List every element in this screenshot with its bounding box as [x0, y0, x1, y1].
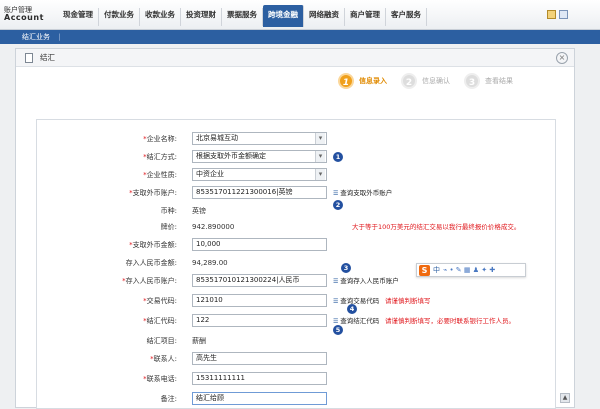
step-label: 查看结果: [485, 77, 513, 85]
label-currency: 币种:: [160, 207, 177, 215]
menu-payment[interactable]: 付款业务: [99, 8, 140, 26]
scroll-up-button[interactable]: ▲: [560, 393, 570, 403]
rmb-account-input[interactable]: 853517010121300224|人民币: [192, 274, 327, 287]
subnav-item[interactable]: 结汇业务: [22, 33, 50, 41]
close-button[interactable]: ×: [556, 52, 568, 64]
step-input: 1 信息录入: [338, 73, 387, 89]
contact-input[interactable]: 高先生: [192, 352, 327, 365]
trade-code-input[interactable]: 121010: [192, 294, 327, 307]
label-contact: *联系人:: [150, 355, 177, 363]
currency-value: 英镑: [192, 207, 206, 215]
settle-method-select[interactable]: 根据支取外币金额确定: [192, 150, 327, 163]
company-type-select[interactable]: 中资企业: [192, 168, 327, 181]
row-trade-code: *交易代码: 121010 查询交易代码 请谨慎判断填写: [37, 294, 557, 308]
menu-merchant[interactable]: 商户管理: [345, 8, 386, 26]
fx-amount-input[interactable]: 10,000: [192, 238, 327, 251]
step-badge-1: 1: [333, 152, 343, 162]
step-badge-3: 3: [341, 263, 351, 273]
label-settle-method: *结汇方式:: [143, 153, 177, 161]
menu-customer-service[interactable]: 客户服务: [386, 8, 427, 26]
step-badge-4: 4: [347, 304, 357, 314]
rate-value: 942.890000: [192, 223, 235, 231]
menu-bills[interactable]: 票据服务: [222, 8, 263, 26]
top-navigation: 账户管理 Account 现金管理 付款业务 收款业务 投资理财 票据服务 跨境…: [0, 0, 600, 30]
step-result: 3 查看结果: [464, 73, 513, 89]
sub-navigation: 结汇业务 |: [0, 30, 600, 44]
menu-investment[interactable]: 投资理财: [181, 8, 222, 26]
ime-chinese-toggle[interactable]: 中: [433, 265, 440, 275]
query-fx-account-link[interactable]: 查询支取外币账户: [333, 186, 392, 201]
row-fx-account: *支取外币账户: 853517011221300016|英镑 查询支取外币账户: [37, 186, 557, 200]
label-remark: 备注:: [160, 395, 177, 403]
row-remark: 备注: 结汇给顾: [37, 392, 557, 406]
company-name-select[interactable]: 北京易城互动: [192, 132, 327, 145]
step-label: 信息确认: [422, 77, 450, 85]
row-fx-amount: *支取外币金额: 10,000: [37, 238, 557, 252]
query-rmb-account-link[interactable]: 查询存入人民币账户: [333, 274, 399, 289]
brand-en: Account: [4, 13, 44, 22]
menu-cross-border[interactable]: 跨境金融: [263, 5, 304, 27]
account-brand[interactable]: 账户管理 Account: [4, 6, 50, 22]
panel-title: 结汇: [40, 53, 55, 62]
label-rmb-amount: 存入人民币金额:: [125, 259, 177, 267]
step-indicator: 1 信息录入 2 信息确认 3 查看结果: [338, 73, 513, 89]
panel-header: 结汇 ×: [16, 49, 574, 67]
edit-icon[interactable]: [559, 10, 568, 19]
row-settle-method: *结汇方式: 根据支取外币金额确定: [37, 150, 557, 164]
fx-account-input[interactable]: 853517011221300016|英镑: [192, 186, 327, 199]
label-rmb-account: *存入人民币账户:: [122, 277, 177, 285]
rate-warning: 大于等于100万美元的结汇交易以我行最终报价价格成交。: [352, 223, 521, 231]
label-fx-account: *支取外币账户:: [129, 189, 177, 197]
label-settle-item: 结汇项目:: [146, 337, 177, 345]
row-currency: 币种: 英镑: [37, 204, 557, 218]
label-company-type: *企业性质:: [143, 171, 177, 179]
step-number: 1: [338, 73, 354, 89]
rmb-amount-value: 94,289.00: [192, 259, 228, 267]
step-label: 信息录入: [359, 77, 387, 85]
trade-code-warning: 请谨慎判断填写: [385, 297, 431, 305]
label-trade-code: *交易代码:: [143, 297, 177, 305]
row-company-type: *企业性质: 中资企业: [37, 168, 557, 182]
menu-online-financing[interactable]: 网络融资: [304, 8, 345, 26]
label-fx-amount: *支取外币金额:: [129, 241, 177, 249]
settle-code-warning: 请谨慎判断填写，必要时联系银行工作人员。: [385, 317, 515, 325]
row-phone: *联系电话: 15311111111: [37, 372, 557, 386]
ime-toolbar[interactable]: S 中 ⌁ • ✎ ▦ ♟ ✦ ✚: [416, 263, 526, 277]
menu-cash-management[interactable]: 现金管理: [58, 8, 99, 26]
phone-input[interactable]: 15311111111: [192, 372, 327, 385]
label-settle-code: *结汇代码:: [143, 317, 177, 325]
row-settle-item: 结汇项目: 薪酬: [37, 334, 557, 348]
row-rate: 牌价: 942.890000 大于等于100万美元的结汇交易以我行最终报价价格成…: [37, 220, 557, 234]
settlement-panel: 结汇 × 1 信息录入 2 信息确认 3 查看结果 *企业名称: 北京易城互动 …: [15, 48, 575, 409]
ime-tool-icons[interactable]: ⌁ • ✎ ▦ ♟ ✦ ✚: [443, 266, 495, 274]
remark-input[interactable]: 结汇给顾: [192, 392, 327, 405]
step-confirm: 2 信息确认: [401, 73, 450, 89]
step-number: 2: [401, 73, 417, 89]
main-menu: 现金管理 付款业务 收款业务 投资理财 票据服务 跨境金融 网络融资 商户管理 …: [58, 5, 427, 27]
step-number: 3: [464, 73, 480, 89]
subnav-separator: |: [58, 33, 61, 41]
menu-collection[interactable]: 收款业务: [140, 8, 181, 26]
ime-logo-icon[interactable]: S: [419, 264, 430, 276]
row-settle-code: *结汇代码: 122 查询结汇代码 请谨慎判断填写，必要时联系银行工作人员。: [37, 314, 557, 328]
row-company-name: *企业名称: 北京易城互动: [37, 132, 557, 146]
toolbar-icons: [547, 10, 568, 19]
row-contact: *联系人: 高先生: [37, 352, 557, 366]
folder-icon[interactable]: [547, 10, 556, 19]
settle-code-input[interactable]: 122: [192, 314, 327, 327]
label-company-name: *企业名称:: [143, 135, 177, 143]
document-icon: [25, 53, 33, 63]
settle-item-value: 薪酬: [192, 337, 206, 345]
label-rate: 牌价:: [160, 223, 177, 231]
label-phone: *联系电话:: [143, 375, 177, 383]
